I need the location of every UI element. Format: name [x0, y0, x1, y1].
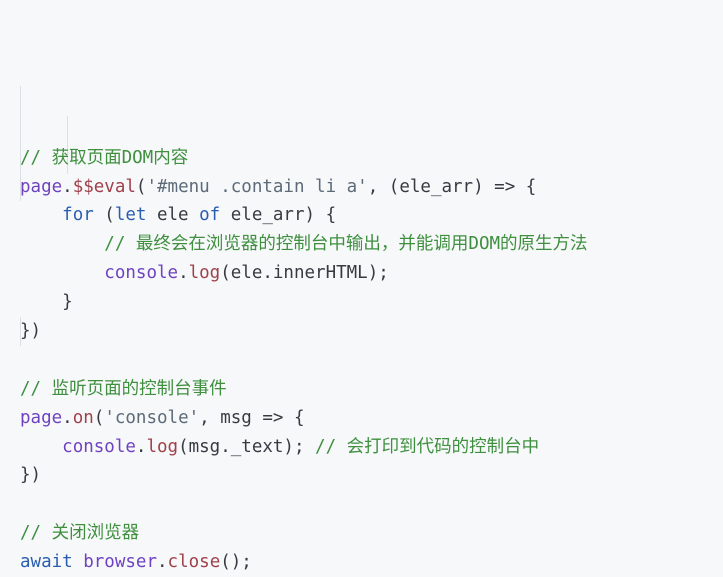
code-identifier: browser [83, 552, 157, 573]
code-method: on [72, 407, 94, 428]
code-identifier: console [62, 436, 136, 457]
code-line: }) [20, 317, 723, 346]
code-text: (ele.innerHTML); [220, 263, 389, 284]
code-text: ele [146, 205, 200, 226]
code-text: ( [135, 176, 147, 197]
code-text: , (ele_arr) => { [367, 176, 537, 197]
code-keyword: let [114, 205, 147, 226]
code-line: } [20, 288, 723, 317]
code-text: . [135, 436, 147, 457]
code-text: ele_arr) { [220, 205, 337, 226]
code-text: (msg._text); [178, 436, 316, 457]
code-line: // 关闭浏览器 [20, 519, 723, 548]
code-keyword: await [20, 552, 73, 573]
code-text: . [62, 176, 73, 197]
code-string: 'console' [104, 407, 200, 428]
code-text: ( [93, 205, 115, 226]
code-comment: // 最终会在浏览器的控制台中输出，并能调用DOM的原生方法 [104, 234, 588, 255]
code-identifier: console [104, 263, 179, 284]
code-comment: // 获取页面DOM内容 [20, 147, 189, 168]
code-block[interactable]: // 获取页面DOM内容 page.$$eval('#menu .contain … [0, 0, 723, 572]
code-identifier: page [20, 176, 63, 197]
code-method: log [146, 436, 179, 457]
code-line: console.log(ele.innerHTML); [20, 259, 723, 288]
code-keyword: of [199, 205, 221, 226]
code-comment: // 关闭浏览器 [20, 523, 140, 544]
code-text: (); [220, 552, 252, 573]
code-text: , msg => { [199, 407, 305, 428]
code-string: '#menu .contain li a' [146, 176, 368, 197]
code-keyword: for [62, 205, 94, 226]
code-text: } [20, 292, 73, 313]
code-method: close [167, 552, 221, 573]
code-line: // 获取页面DOM内容 [20, 144, 723, 173]
code-line: }) [20, 461, 723, 490]
code-line: console.log(msg._text); // 会打印到代码的控制台中 [20, 433, 723, 462]
code-comment: // 监听页面的控制台事件 [20, 378, 227, 399]
code-text: . [157, 552, 168, 573]
code-method: log [188, 263, 221, 284]
code-text: . [178, 263, 189, 284]
code-line: page.on('console', msg => { [20, 404, 723, 433]
code-text: }) [20, 320, 42, 341]
code-line: for (let ele of ele_arr) { [20, 201, 723, 230]
code-text: . [62, 407, 73, 428]
code-text: }) [20, 465, 42, 486]
code-line: // 最终会在浏览器的控制台中输出，并能调用DOM的原生方法 [20, 230, 723, 259]
code-comment: // 会打印到代码的控制台中 [315, 436, 540, 457]
code-method: $$eval [72, 176, 136, 197]
code-line: // 监听页面的控制台事件 [20, 375, 723, 404]
code-text: ( [93, 407, 105, 428]
code-line: page.$$eval('#menu .contain li a', (ele_… [20, 173, 723, 202]
code-identifier: page [20, 407, 63, 428]
code-line: await browser.close(); [20, 548, 723, 577]
